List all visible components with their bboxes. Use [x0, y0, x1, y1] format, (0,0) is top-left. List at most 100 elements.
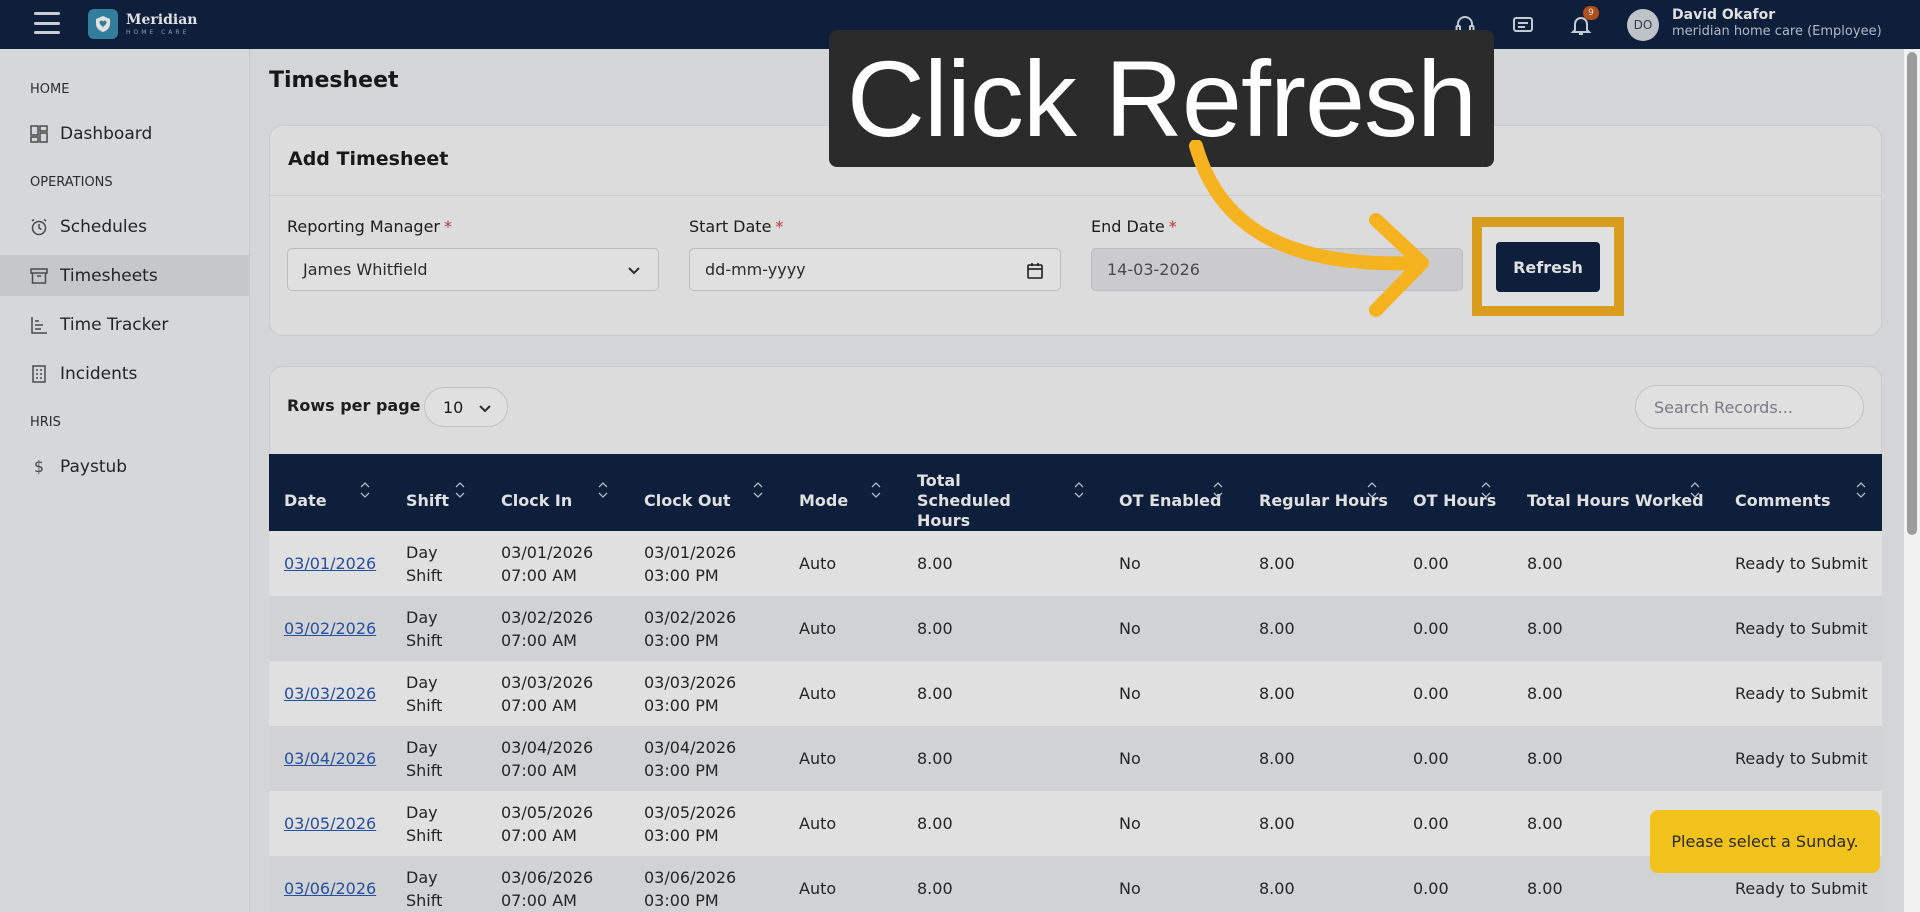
table-header: Date Shift Clock In Clock Out Mode Total… [269, 454, 1882, 531]
shift-cell: Day [406, 608, 438, 627]
scheduled-hours-cell: 8.00 [917, 554, 953, 573]
ot-enabled-cell: No [1119, 684, 1141, 703]
sort-icon[interactable] [1856, 482, 1866, 498]
search-input[interactable] [1635, 385, 1864, 429]
sidebar: HOME Dashboard OPERATIONS Schedules Time… [0, 49, 250, 912]
sort-icon[interactable] [360, 482, 370, 498]
clock-out-date: 03/01/2026 [644, 543, 737, 562]
start-date-input[interactable]: dd-mm-yyyy [689, 248, 1061, 291]
ot-enabled-cell: No [1119, 619, 1141, 638]
column-header-comments[interactable]: Comments [1735, 491, 1831, 511]
comments-cell: Ready to Submit [1735, 879, 1868, 898]
table-row: 03/05/2026 Day Shift 03/05/2026 07:00 AM… [269, 791, 1882, 856]
app-logo[interactable]: Meridian HOME CARE [88, 9, 197, 39]
reporting-manager-label: Reporting Manager * [287, 217, 452, 236]
building-icon [30, 364, 48, 383]
reporting-manager-select[interactable]: James Whitfield [287, 248, 659, 291]
clock-out-date: 03/03/2026 [644, 673, 737, 692]
start-date-placeholder: dd-mm-yyyy [705, 260, 806, 279]
refresh-button[interactable]: Refresh [1496, 242, 1600, 292]
sort-icon[interactable] [1367, 482, 1377, 498]
clock-in-time: 07:00 AM [501, 631, 577, 650]
user-role: meridian home care (Employee) [1672, 24, 1882, 39]
shift-cell: Shift [406, 631, 443, 650]
ot-hours-cell: 0.00 [1413, 749, 1449, 768]
regular-hours-cell: 8.00 [1259, 684, 1295, 703]
sidebar-section-hris: HRIS [30, 415, 61, 430]
shift-cell: Shift [406, 891, 443, 910]
scrollbar-thumb[interactable] [1907, 52, 1917, 535]
date-link[interactable]: 03/02/2026 [284, 617, 376, 640]
sort-icon[interactable] [455, 482, 465, 498]
shift-cell: Day [406, 803, 438, 822]
bar-list-icon [30, 316, 48, 334]
column-header-mode[interactable]: Mode [799, 491, 848, 511]
card-title: Add Timesheet [288, 148, 449, 170]
hours-worked-cell: 8.00 [1527, 554, 1563, 573]
mode-cell: Auto [799, 684, 837, 703]
dollar-icon: $ [33, 457, 45, 476]
sort-icon[interactable] [1213, 482, 1223, 498]
ot-hours-cell: 0.00 [1413, 879, 1449, 898]
sort-icon[interactable] [753, 482, 763, 498]
regular-hours-cell: 8.00 [1259, 619, 1295, 638]
scheduled-hours-cell: 8.00 [917, 749, 953, 768]
toast-notification: Please select a Sunday. [1650, 810, 1880, 873]
sort-icon[interactable] [598, 482, 608, 498]
sort-icon[interactable] [871, 482, 881, 498]
sidebar-item-incidents[interactable]: Incidents [0, 353, 250, 394]
regular-hours-cell: 8.00 [1259, 554, 1295, 573]
date-link[interactable]: 03/03/2026 [284, 682, 376, 705]
sidebar-item-schedules[interactable]: Schedules [0, 206, 250, 247]
sort-icon[interactable] [1481, 482, 1491, 498]
mode-cell: Auto [799, 749, 837, 768]
hours-worked-cell: 8.00 [1527, 879, 1563, 898]
clock-out-date: 03/04/2026 [644, 738, 737, 757]
date-link[interactable]: 03/01/2026 [284, 552, 376, 575]
regular-hours-cell: 8.00 [1259, 879, 1295, 898]
sidebar-item-dashboard[interactable]: Dashboard [0, 113, 250, 154]
sidebar-item-label: Schedules [60, 216, 147, 237]
clock-in-time: 07:00 AM [501, 891, 577, 910]
table-row: 03/04/2026 Day Shift 03/04/2026 07:00 AM… [269, 726, 1882, 791]
sort-icon[interactable] [1690, 482, 1700, 498]
shift-cell: Day [406, 868, 438, 887]
sidebar-item-label: Time Tracker [60, 314, 169, 335]
date-link[interactable]: 03/06/2026 [284, 877, 376, 900]
sidebar-item-time-tracker[interactable]: Time Tracker [0, 304, 250, 345]
date-link[interactable]: 03/04/2026 [284, 747, 376, 770]
column-header-clock-in[interactable]: Clock In [501, 491, 572, 511]
sidebar-item-timesheets[interactable]: Timesheets [0, 255, 250, 296]
sidebar-item-label: Timesheets [60, 265, 158, 286]
avatar[interactable]: DO [1627, 9, 1659, 41]
rows-per-page-select[interactable]: 10 [424, 387, 508, 427]
hours-worked-cell: 8.00 [1527, 619, 1563, 638]
chevron-down-icon [477, 400, 493, 420]
column-header-ot-enabled[interactable]: OT Enabled [1119, 491, 1221, 511]
message-icon[interactable] [1511, 13, 1535, 37]
comments-cell: Ready to Submit [1735, 684, 1868, 703]
comments-cell: Ready to Submit [1735, 619, 1868, 638]
sidebar-item-label: Incidents [60, 363, 138, 384]
archive-box-icon [30, 267, 48, 285]
column-header-shift[interactable]: Shift [406, 491, 449, 511]
ot-enabled-cell: No [1119, 879, 1141, 898]
hours-worked-cell: 8.00 [1527, 749, 1563, 768]
table-row: 03/01/2026 Day Shift 03/01/2026 07:00 AM… [269, 531, 1882, 596]
column-header-total-hours-worked[interactable]: Total Hours Worked [1527, 491, 1704, 511]
mode-cell: Auto [799, 814, 837, 833]
calendar-icon[interactable] [1026, 262, 1044, 284]
user-name[interactable]: David Okafor [1672, 7, 1775, 23]
card-divider [270, 195, 1881, 196]
date-link[interactable]: 03/05/2026 [284, 812, 376, 835]
column-header-total-scheduled-hours[interactable]: Total Scheduled Hours [917, 471, 1057, 531]
column-header-clock-out[interactable]: Clock Out [644, 491, 731, 511]
scheduled-hours-cell: 8.00 [917, 619, 953, 638]
sidebar-item-paystub[interactable]: $ Paystub [0, 446, 250, 487]
shift-cell: Shift [406, 826, 443, 845]
sort-icon[interactable] [1074, 482, 1084, 498]
table-row: 03/02/2026 Day Shift 03/02/2026 07:00 AM… [269, 596, 1882, 661]
column-header-date[interactable]: Date [284, 491, 327, 511]
comments-cell: Ready to Submit [1735, 749, 1868, 768]
menu-icon[interactable] [34, 12, 60, 34]
